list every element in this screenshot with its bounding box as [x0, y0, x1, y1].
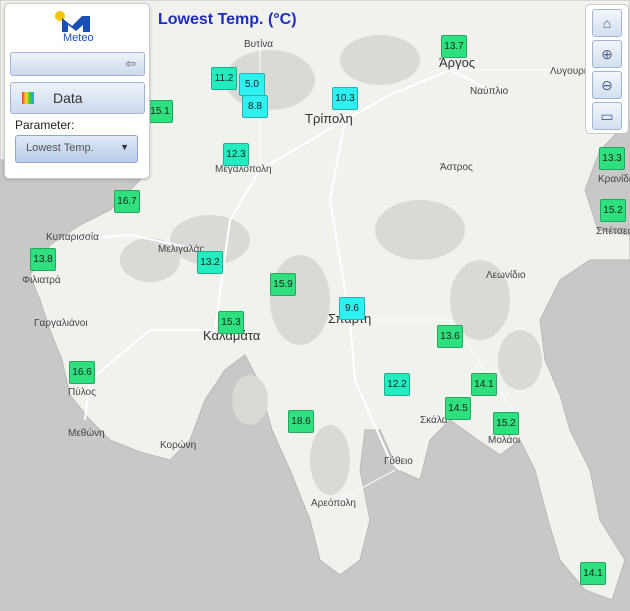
station-marker[interactable]: 5.0	[239, 73, 265, 96]
station-marker[interactable]: 15.3	[218, 311, 244, 334]
station-marker[interactable]: 16.7	[114, 190, 140, 213]
station-marker[interactable]: 12.2	[384, 373, 410, 396]
place-vytina: Βυτίνα	[244, 39, 274, 50]
station-marker[interactable]: 14.1	[471, 373, 497, 396]
station-marker[interactable]: 13.2	[197, 251, 223, 274]
station-marker[interactable]: 14.5	[445, 397, 471, 420]
map-toolbar: ⌂ ⊕ ⊖ ▭	[585, 4, 629, 134]
home-icon: ⌂	[602, 15, 612, 31]
station-marker[interactable]: 9.6	[339, 297, 365, 320]
place-spetses: Σπέτσες	[596, 226, 630, 237]
chevron-down-icon: ▼	[120, 142, 129, 152]
parameter-select[interactable]: Lowest Temp. ▼	[15, 135, 138, 163]
station-marker[interactable]: 13.8	[30, 248, 56, 271]
place-kranidi: Κρανίδι	[598, 174, 630, 185]
station-marker[interactable]: 15.9	[270, 273, 296, 296]
parameter-select-value: Lowest Temp.	[26, 142, 94, 154]
station-marker[interactable]: 12.3	[223, 143, 249, 166]
station-marker[interactable]: 11.2	[211, 67, 237, 90]
zoom-extent-button[interactable]: ▭	[592, 102, 622, 130]
place-gytheio: Γύθειο	[384, 456, 413, 467]
place-kyparissia: Κυπαρισσία	[46, 232, 99, 243]
station-marker[interactable]: 13.6	[437, 325, 463, 348]
place-filiatra: Φιλιατρά	[22, 275, 61, 286]
station-marker[interactable]: 13.7	[441, 35, 467, 58]
station-marker[interactable]: 10.3	[332, 87, 358, 110]
station-marker[interactable]: 8.8	[242, 95, 268, 118]
map-title: Lowest Temp. (°C)	[158, 11, 297, 28]
palette-icon	[22, 92, 34, 104]
place-koroni: Κορώνη	[160, 440, 197, 451]
zoom-out-button[interactable]: ⊖	[592, 71, 622, 99]
zoom-in-button[interactable]: ⊕	[592, 40, 622, 68]
station-marker[interactable]: 15.2	[493, 412, 519, 435]
zoom-in-icon: ⊕	[601, 46, 613, 62]
place-gargalianoi: Γαργαλιάνοι	[34, 318, 88, 329]
place-astros: Άστρος	[440, 162, 473, 173]
station-marker[interactable]: 15.1	[147, 100, 173, 123]
collapse-panel-button[interactable]: ⇦	[10, 52, 145, 76]
station-marker[interactable]: 14.1	[580, 562, 606, 585]
data-button-label: Data	[53, 90, 83, 106]
place-areopoli: Αρεόπολη	[311, 498, 356, 509]
station-marker[interactable]: 15.2	[600, 199, 626, 222]
place-skala: Σκάλα	[420, 415, 448, 426]
station-marker[interactable]: 16.6	[69, 361, 95, 384]
place-molaoi: Μολάοι	[488, 435, 521, 446]
zoom-out-icon: ⊖	[601, 77, 613, 93]
parameter-label: Parameter:	[15, 118, 75, 132]
place-pylos: Πύλος	[68, 387, 96, 398]
zoom-extent-icon: ▭	[600, 108, 614, 124]
station-marker[interactable]: 18.6	[288, 410, 314, 433]
place-leonidio: Λεωνίδιο	[486, 270, 526, 281]
data-button[interactable]: Data	[10, 82, 145, 114]
station-marker[interactable]: 13.3	[599, 147, 625, 170]
place-methoni: Μεθώνη	[68, 428, 105, 439]
arrow-left-icon: ⇦	[125, 56, 136, 71]
place-nafplio: Ναύπλιο	[470, 86, 509, 97]
logo-text: Meteo	[63, 32, 94, 44]
control-panel: Meteo ⇦ Data Parameter: Lowest Temp. ▼	[4, 3, 150, 179]
home-button[interactable]: ⌂	[592, 9, 622, 37]
place-tripoli: Τρίπολη	[305, 111, 353, 126]
